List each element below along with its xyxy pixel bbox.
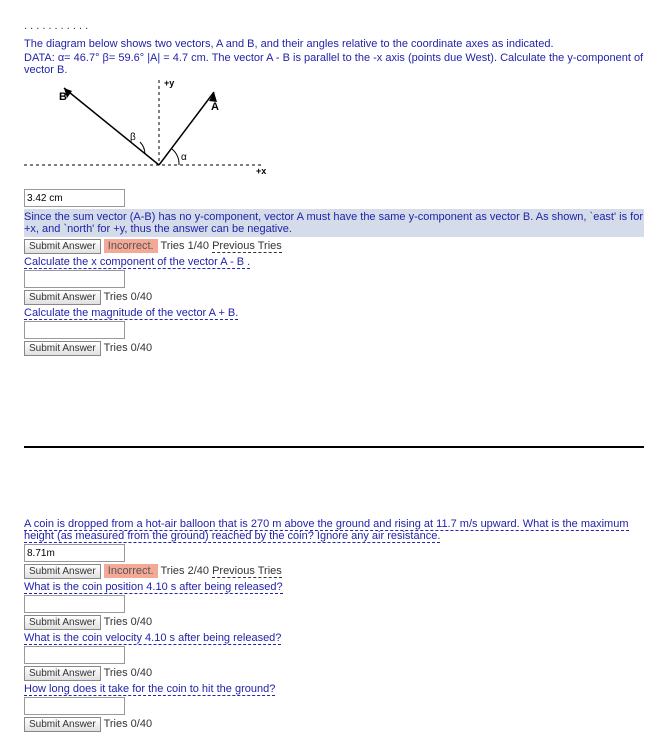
- vector-diagram: +y +x A B α β: [24, 80, 274, 185]
- alpha-label: α: [181, 152, 187, 163]
- p1-submit2-button[interactable]: Submit Answer: [24, 290, 101, 305]
- p1-tries1: Tries 1/40: [160, 240, 209, 252]
- p2-submit3-button[interactable]: Submit Answer: [24, 666, 101, 681]
- p2-tries3: Tries 0/40: [104, 667, 153, 679]
- p2-answer3-input[interactable]: [24, 646, 125, 664]
- x-axis-label: +x: [256, 166, 266, 176]
- beta-label: β: [130, 132, 136, 143]
- p1-data-text: DATA: α= 46.7° β= 59.6° |A| = 4.7 cm. Th…: [24, 52, 643, 76]
- p1-tries3: Tries 0/40: [104, 342, 153, 354]
- p2-answer2-input[interactable]: [24, 595, 125, 613]
- p2-q3: What is the coin velocity 4.10 s after b…: [24, 632, 281, 645]
- p2-tries2: Tries 0/40: [104, 616, 153, 628]
- p2-incorrect1-badge: Incorrect.: [104, 564, 158, 578]
- p2-answer4-input[interactable]: [24, 697, 125, 715]
- vector-b-label: B: [59, 91, 67, 103]
- problem-divider: [24, 446, 644, 448]
- p1-q2: Calculate the x component of the vector …: [24, 256, 250, 269]
- p1-submit3-button[interactable]: Submit Answer: [24, 341, 101, 356]
- p1-intro: The diagram below shows two vectors, A a…: [24, 38, 644, 50]
- p2-q2: What is the coin position 4.10 s after b…: [24, 581, 283, 594]
- p1-q3: Calculate the magnitude of the vector A …: [24, 307, 238, 320]
- p2-tries4: Tries 0/40: [104, 718, 153, 730]
- p1-answer2-input[interactable]: [24, 270, 125, 288]
- p2-submit1-button[interactable]: Submit Answer: [24, 564, 101, 579]
- vector-a-label: A: [211, 101, 219, 113]
- p1-data: DATA: α= 46.7° β= 59.6° |A| = 4.7 cm. Th…: [24, 52, 644, 76]
- p1-incorrect1-badge: Incorrect.: [104, 239, 158, 253]
- y-axis-label: +y: [164, 80, 174, 88]
- p2-submit4-button[interactable]: Submit Answer: [24, 717, 101, 732]
- p2-tries1: Tries 2/40: [160, 565, 209, 577]
- p2-prev-tries1-link[interactable]: Previous Tries: [212, 565, 282, 578]
- p1-feedback: Since the sum vector (A-B) has no y-comp…: [24, 209, 644, 237]
- partial-top-text: . . . . . . . . . . .: [24, 20, 644, 32]
- p2-answer1-input[interactable]: [24, 544, 125, 562]
- p2-submit2-button[interactable]: Submit Answer: [24, 615, 101, 630]
- p2-intro: A coin is dropped from a hot-air balloon…: [24, 518, 629, 543]
- p1-answer1-input[interactable]: [24, 189, 125, 207]
- p1-tries2: Tries 0/40: [104, 291, 153, 303]
- p1-submit1-button[interactable]: Submit Answer: [24, 239, 101, 254]
- p2-q4: How long does it take for the coin to hi…: [24, 683, 275, 696]
- p1-prev-tries1-link[interactable]: Previous Tries: [212, 240, 282, 253]
- p1-answer3-input[interactable]: [24, 321, 125, 339]
